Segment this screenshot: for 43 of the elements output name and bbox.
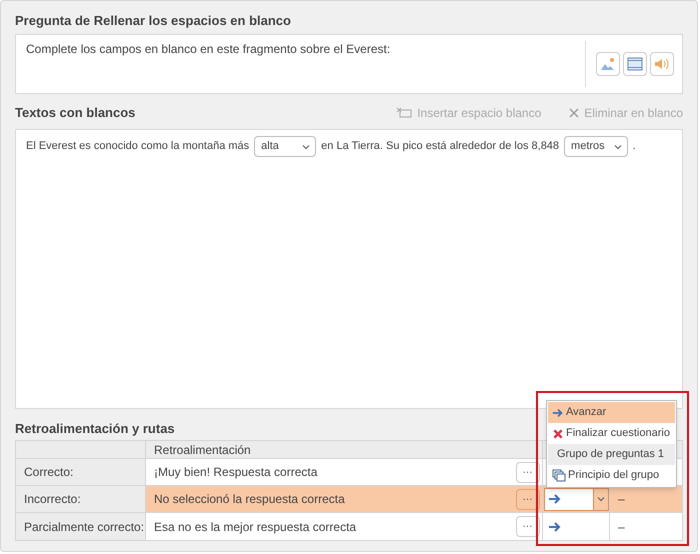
menu-item[interactable]: Principio del grupo [548,465,675,486]
insert-blank-icon [396,107,412,119]
sentence-text: . [632,139,636,154]
feedback-text[interactable]: No seleccionó la respuesta correcta [146,486,513,512]
section-title: Retroalimentación y rutas [15,420,175,437]
speaker-icon [654,57,670,71]
menu-item[interactable]: Grupo de preguntas 1 [548,444,675,465]
feedback-text[interactable]: Esa no es la mejor respuesta correcta [146,513,513,540]
row-label: Parcialmente correcto: [16,513,146,540]
section-title: Pregunta de Rellenar los espacios en blanco [15,12,291,29]
arrow-right-icon [552,406,564,418]
close-icon [552,428,564,440]
sentence-text: El Everest es conocido como la montaña más [26,139,250,154]
more-button[interactable]: ··· [516,462,540,482]
row-label: Correcto: [16,459,146,485]
audio-button[interactable] [650,52,674,76]
arrow-right-icon [548,520,562,534]
chevron-down-icon [596,494,606,504]
menu-item[interactable]: Avanzar [548,402,675,423]
image-button[interactable] [596,52,620,76]
table-row[interactable]: Incorrecto: No seleccionó la respuesta correcta ··· – [16,486,682,513]
route-dropdown[interactable] [544,488,609,510]
more-button[interactable]: ··· [516,516,540,537]
blank-dropdown[interactable]: alta [254,136,316,157]
column-header: Retroalimentación [146,441,543,458]
feedback-text[interactable]: ¡Muy bien! Respuesta correcta [146,459,513,485]
sentence-text: en La Tierra. Su pico está alrededor de los 8,848 [321,139,560,154]
question-text[interactable]: Complete los campos en blanco en este fragmento sobre el Everest: [16,35,585,93]
blanks-editor[interactable]: El Everest es conocido como la montaña más alta en La Tierra. Su pico está alrededor de los 8,848 metros . [15,129,683,409]
section-title: Textos con blancos [15,104,136,122]
menu-item[interactable]: Finalizar cuestionario [548,423,675,444]
more-button[interactable]: ··· [516,488,540,510]
table-row[interactable]: Parcialmente correcto: Esa no es la mejor respuesta correcta ··· – [16,513,682,540]
image-icon [600,57,616,71]
blank-dropdown[interactable]: metros [564,136,628,157]
route-value: – [617,518,625,536]
row-label: Incorrecto: [16,486,146,512]
video-button[interactable] [623,52,647,76]
route-value: – [617,491,625,508]
close-icon [569,108,580,118]
stacked-windows-icon [552,468,566,482]
arrow-right-icon [548,492,562,506]
film-icon [627,57,643,71]
